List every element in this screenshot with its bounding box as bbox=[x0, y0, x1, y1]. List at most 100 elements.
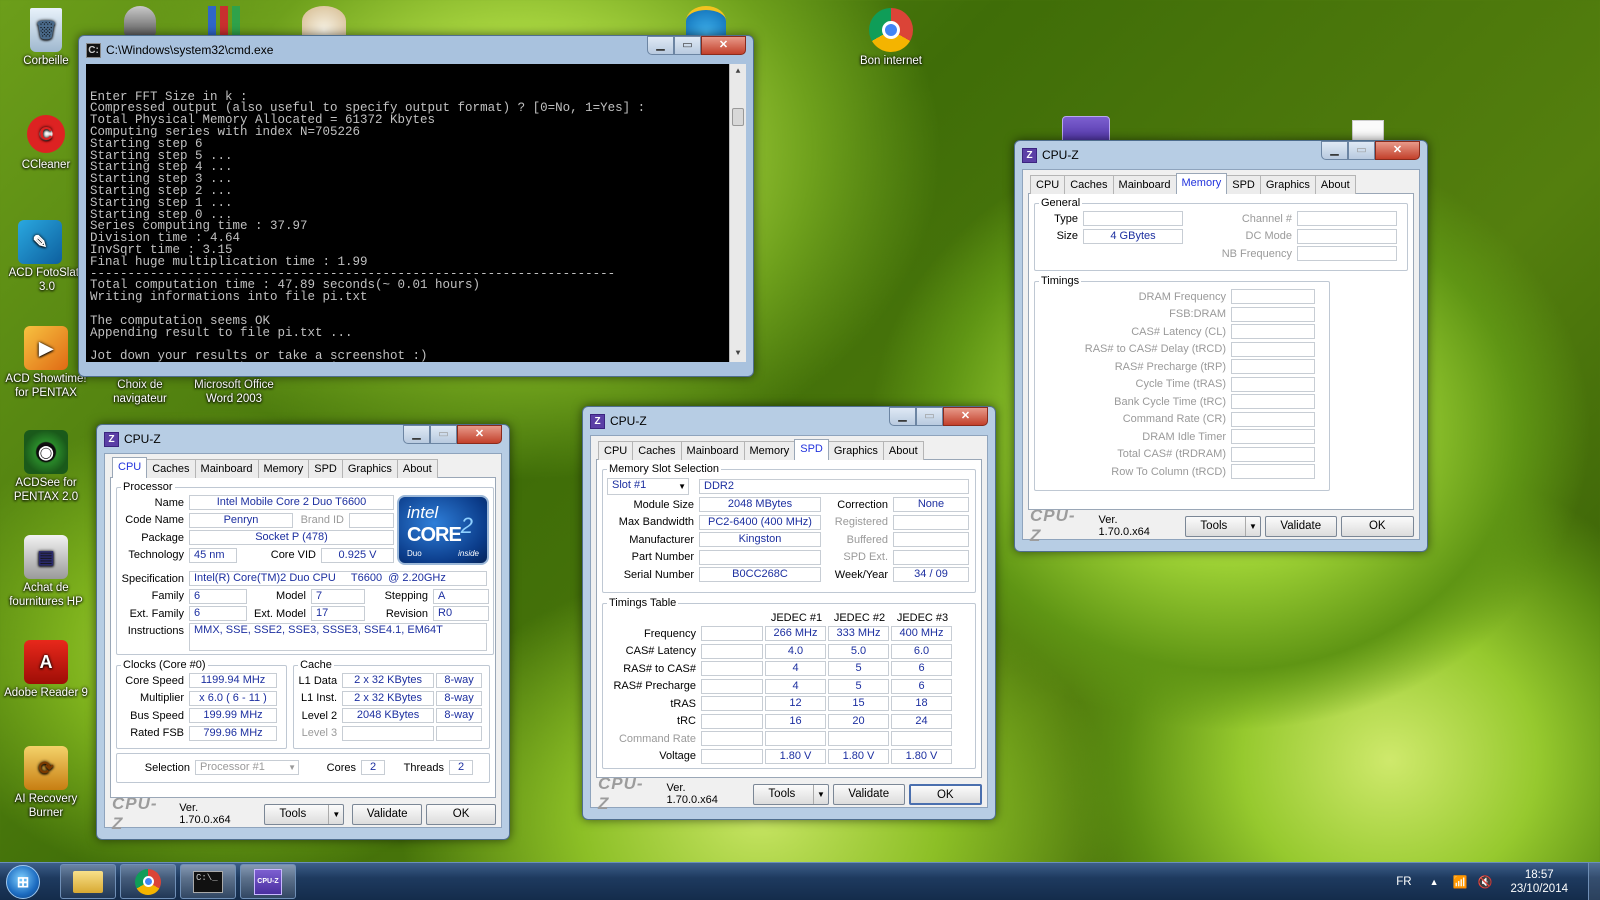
timing-cell: 12 bbox=[765, 696, 826, 712]
show-desktop-button[interactable] bbox=[1588, 863, 1600, 900]
timing-label: RAS# Precharge (tRP) bbox=[1114, 360, 1226, 373]
validate-button[interactable]: Validate bbox=[1265, 515, 1337, 537]
maximize-button[interactable]: ▭ bbox=[916, 407, 943, 426]
cmd-title-bar[interactable]: C: C:\Windows\system32\cmd.exe ▁ ▭ ✕ bbox=[86, 36, 746, 64]
minimize-button[interactable]: ▁ bbox=[403, 425, 430, 444]
cpuz-window-spd[interactable]: Z CPU-Z ▁ ▭ ✕ CPU Caches Mainboard Memor… bbox=[582, 406, 996, 820]
globe-icon[interactable] bbox=[302, 6, 346, 36]
language-indicator[interactable]: FR bbox=[1396, 876, 1411, 888]
tab-about[interactable]: About bbox=[396, 459, 438, 478]
tab-cpu[interactable]: CPU bbox=[112, 457, 148, 478]
timing-cell: 6 bbox=[891, 661, 952, 677]
maximize-button[interactable]: ▭ bbox=[1348, 141, 1375, 160]
ie-icon[interactable] bbox=[686, 6, 726, 36]
timing-row: tRC 16 20 24 bbox=[607, 713, 971, 731]
tab-mainboard[interactable]: Mainboard bbox=[680, 441, 745, 460]
cpuz-title-bar[interactable]: Z CPU-Z ▁ ▭ ✕ bbox=[104, 425, 502, 453]
desktop-icon-acdsee[interactable]: ◉ ACDSee for PENTAX 2.0 bbox=[0, 430, 92, 504]
tab-memory[interactable]: Memory bbox=[257, 459, 310, 478]
close-button[interactable]: ✕ bbox=[1375, 141, 1420, 160]
cpuz-window-cpu[interactable]: Z CPU-Z ▁ ▭ ✕ CPU Caches Mainboard Memor… bbox=[96, 424, 510, 840]
tab-cpu[interactable]: CPU bbox=[598, 441, 634, 460]
desktop-icon-hp-supplies[interactable]: ▤ Achat de fournitures HP bbox=[0, 535, 92, 609]
field-label: Brand ID bbox=[300, 514, 344, 527]
tab-graphics[interactable]: Graphics bbox=[341, 459, 398, 478]
tab-spd[interactable]: SPD bbox=[794, 439, 829, 460]
cpuz-title-bar[interactable]: Z CPU-Z ▁ ▭ ✕ bbox=[1022, 141, 1420, 169]
slot-select[interactable]: Slot #1 ▼ bbox=[607, 477, 689, 495]
taskbar-explorer[interactable] bbox=[60, 864, 116, 899]
chevron-down-icon[interactable]: ▼ bbox=[328, 804, 343, 824]
field-label: Core VID bbox=[270, 549, 316, 562]
timing-value bbox=[1231, 359, 1315, 375]
ok-button[interactable]: OK bbox=[1340, 515, 1414, 537]
scroll-up-icon[interactable]: ▲ bbox=[730, 64, 746, 80]
cpuz-app-icon: Z bbox=[104, 431, 119, 447]
start-button[interactable]: ⊞ bbox=[0, 863, 46, 900]
desktop-icon-bon-internet[interactable]: Bon internet bbox=[845, 8, 937, 68]
tab-graphics[interactable]: Graphics bbox=[1259, 175, 1316, 194]
close-button[interactable]: ✕ bbox=[457, 425, 502, 444]
tab-about[interactable]: About bbox=[1314, 175, 1356, 194]
tools-button[interactable]: Tools ▼ bbox=[1185, 515, 1261, 537]
cpuz-window-memory[interactable]: Z CPU-Z ▁ ▭ ✕ CPU Caches Mainboard Memor… bbox=[1014, 140, 1428, 552]
field-label: Selection bbox=[144, 761, 190, 774]
cpuz-title-bar[interactable]: Z CPU-Z ▁ ▭ ✕ bbox=[590, 407, 988, 435]
validate-button[interactable]: Validate bbox=[352, 803, 423, 825]
ok-button[interactable]: OK bbox=[908, 783, 982, 805]
lock-icon[interactable] bbox=[124, 6, 156, 36]
maximize-button[interactable]: ▭ bbox=[674, 36, 701, 55]
taskbar-chrome[interactable] bbox=[120, 864, 176, 899]
cmd-window[interactable]: C: C:\Windows\system32\cmd.exe ▁ ▭ ✕ Ent… bbox=[78, 35, 754, 377]
console-scrollbar[interactable]: ▲ ▼ bbox=[729, 64, 746, 362]
tab-caches[interactable]: Caches bbox=[146, 459, 196, 478]
close-button[interactable]: ✕ bbox=[943, 407, 988, 426]
maximize-button[interactable]: ▭ bbox=[430, 425, 457, 444]
validate-button[interactable]: Validate bbox=[833, 783, 905, 805]
console-output[interactable]: Enter FFT Size in k : Compressed output (… bbox=[86, 64, 746, 362]
tab-about[interactable]: About bbox=[882, 441, 924, 460]
clock-time: 18:57 bbox=[1524, 869, 1554, 881]
tab-cpu[interactable]: CPU bbox=[1030, 175, 1066, 194]
cmd-window-icon: C: bbox=[86, 42, 101, 58]
chevron-down-icon[interactable]: ▼ bbox=[1245, 516, 1260, 536]
processor-select[interactable]: Processor #1 ▼ bbox=[195, 760, 299, 776]
tab-spd[interactable]: SPD bbox=[308, 459, 343, 478]
tab-memory[interactable]: Memory bbox=[743, 441, 796, 460]
chevron-down-icon[interactable]: ▼ bbox=[813, 784, 828, 804]
tab-spd[interactable]: SPD bbox=[1226, 175, 1261, 194]
tab-mainboard[interactable]: Mainboard bbox=[194, 459, 259, 478]
tab-caches[interactable]: Caches bbox=[632, 441, 682, 460]
close-button[interactable]: ✕ bbox=[701, 36, 746, 55]
network-signal-icon[interactable]: 📶 bbox=[1453, 875, 1468, 889]
clock[interactable]: 18:57 23/10/2014 bbox=[1510, 868, 1568, 896]
timing-blank-cell bbox=[701, 661, 763, 677]
ccleaner-icon: C bbox=[24, 112, 68, 156]
ok-button[interactable]: OK bbox=[426, 803, 496, 825]
tools-button[interactable]: Tools ▼ bbox=[753, 783, 829, 805]
tab-caches[interactable]: Caches bbox=[1064, 175, 1114, 194]
scroll-down-icon[interactable]: ▼ bbox=[730, 346, 746, 362]
minimize-button[interactable]: ▁ bbox=[889, 407, 916, 426]
minimize-button[interactable]: ▁ bbox=[1321, 141, 1348, 160]
taskbar-cpuz[interactable]: CPU-Z bbox=[240, 864, 296, 899]
chart-app-icon[interactable] bbox=[208, 6, 248, 36]
minimize-button[interactable]: ▁ bbox=[647, 36, 674, 55]
desktop-icon-acd-fotoslate[interactable]: ✎ ACD FotoSlate 3.0 bbox=[0, 220, 86, 294]
taskbar-cmd[interactable]: C:\_ bbox=[180, 864, 236, 899]
timing-row: RAS# Precharge (tRP) bbox=[1039, 358, 1325, 376]
desktop-icon-browser-choice[interactable]: Choix de navigateur bbox=[94, 378, 186, 406]
window-controls: ▁ ▭ ✕ bbox=[1321, 141, 1420, 160]
scroll-thumb[interactable] bbox=[732, 108, 744, 126]
tab-graphics[interactable]: Graphics bbox=[827, 441, 884, 460]
desktop-icon-word-2003[interactable]: Microsoft Office Word 2003 bbox=[188, 378, 280, 406]
tab-mainboard[interactable]: Mainboard bbox=[1112, 175, 1177, 194]
row-label: Frequency bbox=[644, 627, 696, 640]
show-hidden-icons-icon[interactable]: ▲ bbox=[1430, 877, 1439, 887]
desktop-icon-adobe-reader[interactable]: A Adobe Reader 9 bbox=[0, 640, 92, 700]
tab-memory[interactable]: Memory bbox=[1175, 173, 1228, 194]
tools-button[interactable]: Tools ▼ bbox=[264, 803, 345, 825]
nb-frequency-value bbox=[1297, 246, 1397, 262]
desktop-icon-ai-recovery[interactable]: ⟳ AI Recovery Burner bbox=[0, 746, 92, 820]
volume-muted-icon[interactable]: 🔇 bbox=[1477, 875, 1492, 889]
